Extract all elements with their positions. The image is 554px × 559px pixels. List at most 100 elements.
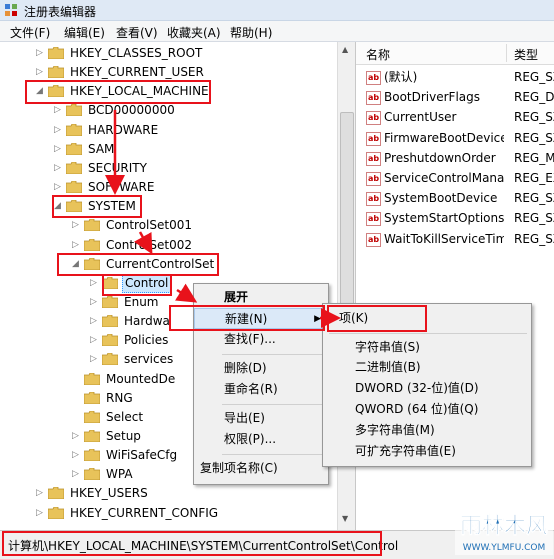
menu-view[interactable]: 查看(V) bbox=[116, 24, 158, 41]
value-row[interactable]: ab(默认) REG_SZ bbox=[356, 67, 554, 87]
submenu-item-binary[interactable]: 二进制值(B) bbox=[323, 357, 531, 378]
value-row[interactable]: abCurrentUser REG_SZ bbox=[356, 107, 554, 127]
expand-toggle-icon[interactable]: ◢ bbox=[36, 82, 46, 101]
folder-icon bbox=[102, 315, 118, 328]
menu-item-expand[interactable]: 展开 bbox=[194, 287, 328, 308]
title-bar: 注册表编辑器 bbox=[0, 0, 554, 21]
menu-item-delete[interactable]: 删除(D) bbox=[194, 358, 328, 379]
expand-toggle-icon[interactable]: ▷ bbox=[54, 101, 64, 120]
tree-node-label: SYSTEM bbox=[88, 199, 136, 214]
folder-icon bbox=[66, 123, 82, 136]
menu-item-copy-key-name[interactable]: 复制项名称(C) bbox=[194, 458, 328, 479]
value-name: SystemBootDevice bbox=[384, 191, 498, 206]
submenu-item-key[interactable]: 项(K) bbox=[323, 308, 531, 329]
tree-node-label: HKEY_CLASSES_ROOT bbox=[70, 46, 203, 60]
tree-node-label: MountedDe bbox=[106, 371, 176, 386]
value-row[interactable]: abFirmwareBootDevice REG_SZ bbox=[356, 128, 554, 148]
expand-toggle-icon[interactable]: ▷ bbox=[54, 121, 64, 140]
folder-icon bbox=[102, 295, 118, 308]
folder-icon bbox=[84, 257, 100, 270]
string-value-icon: ab bbox=[366, 232, 381, 247]
scroll-down-icon[interactable]: ▼ bbox=[342, 514, 348, 523]
tree-node-label: Policies bbox=[124, 333, 169, 348]
expand-toggle-icon[interactable]: ▷ bbox=[90, 274, 100, 293]
column-type-header[interactable]: 类型 bbox=[514, 46, 538, 63]
menu-item-export[interactable]: 导出(E) bbox=[194, 408, 328, 429]
value-row[interactable]: abWaitToKillServiceTim... REG_SZ bbox=[356, 229, 554, 249]
scroll-up-icon[interactable]: ▲ bbox=[342, 45, 348, 54]
value-row[interactable]: abServiceControlMana... REG_EX bbox=[356, 168, 554, 188]
folder-icon bbox=[48, 85, 64, 98]
folder-icon bbox=[84, 372, 100, 385]
value-row[interactable]: ab PreshutdownOrder REG_M bbox=[356, 148, 554, 168]
value-name: BootDriverFlags bbox=[384, 90, 481, 105]
column-name-header[interactable]: 名称 bbox=[366, 46, 390, 63]
tree-node-label: HKEY_LOCAL_MACHINE bbox=[70, 84, 209, 99]
expand-toggle-icon[interactable]: ▷ bbox=[72, 446, 82, 465]
expand-toggle-icon[interactable]: ▷ bbox=[90, 350, 100, 369]
folder-icon bbox=[102, 353, 118, 366]
expand-toggle-icon[interactable]: ▷ bbox=[72, 216, 82, 235]
menu-favorites[interactable]: 收藏夹(A) bbox=[167, 24, 221, 41]
status-path: 计算机\HKEY_LOCAL_MACHINE\SYSTEM\CurrentCon… bbox=[8, 539, 399, 553]
tree-node-label: RNG bbox=[106, 390, 133, 405]
tree-node-label: Hardwa bbox=[124, 314, 170, 329]
folder-icon bbox=[84, 449, 100, 462]
expand-toggle-icon[interactable]: ▷ bbox=[36, 63, 46, 82]
submenu-item-dword[interactable]: DWORD (32-位)值(D) bbox=[323, 378, 531, 399]
tree-node-label: SAM bbox=[88, 141, 115, 156]
expand-toggle-icon[interactable]: ▷ bbox=[54, 178, 64, 197]
submenu-item-string[interactable]: 字符串值(S) bbox=[323, 337, 531, 358]
value-type: REG_SZ bbox=[514, 231, 554, 246]
string-value-icon: ab bbox=[366, 91, 381, 106]
tree-node-label: CurrentControlSet bbox=[106, 256, 215, 271]
expand-toggle-icon[interactable]: ▷ bbox=[36, 504, 46, 523]
value-row[interactable]: abBootDriverFlags REG_DW bbox=[356, 87, 554, 107]
tree-node-label: HKEY_CURRENT_USER bbox=[70, 65, 204, 80]
tree-node-label: ControlSet002 bbox=[106, 237, 192, 252]
column-divider[interactable] bbox=[506, 44, 507, 62]
submenu-item-qword[interactable]: QWORD (64 位)值(Q) bbox=[323, 399, 531, 420]
submenu-item-multi-string[interactable]: 多字符串值(M) bbox=[323, 420, 531, 441]
tree-node-label: HKEY_CURRENT_CONFIG bbox=[70, 505, 219, 520]
expand-toggle-icon[interactable]: ▷ bbox=[54, 159, 64, 178]
expand-toggle-icon[interactable]: ▷ bbox=[36, 44, 46, 63]
expand-toggle-icon[interactable]: ▷ bbox=[72, 236, 82, 255]
expand-toggle-icon[interactable]: ▷ bbox=[54, 140, 64, 159]
tree-node-label: HARDWARE bbox=[88, 122, 159, 137]
expand-toggle-icon[interactable]: ▷ bbox=[90, 293, 100, 312]
tree-node-label: WiFiSafeCfg bbox=[106, 448, 178, 463]
menu-item-rename[interactable]: 重命名(R) bbox=[194, 379, 328, 400]
tree-node-label: Control bbox=[122, 273, 172, 293]
menu-item-new[interactable]: 新建(N) ▶ bbox=[194, 308, 328, 329]
string-value-icon: ab bbox=[366, 71, 381, 85]
value-name: FirmwareBootDevice bbox=[384, 130, 504, 145]
expand-toggle-icon[interactable]: ▷ bbox=[72, 427, 82, 446]
submenu-item-expandable-string[interactable]: 可扩充字符串值(E) bbox=[323, 441, 531, 462]
folder-icon bbox=[102, 334, 118, 347]
menu-edit[interactable]: 编辑(E) bbox=[64, 24, 105, 41]
folder-icon bbox=[84, 410, 100, 423]
folder-icon bbox=[48, 506, 64, 519]
regedit-app-icon bbox=[5, 4, 17, 16]
value-type: REG_SZ bbox=[514, 130, 554, 145]
expand-toggle-icon[interactable]: ◢ bbox=[54, 197, 64, 216]
svg-text:雨林木风: 雨林木风 bbox=[460, 514, 548, 539]
list-header: 名称 类型 bbox=[356, 42, 554, 65]
expand-toggle-icon[interactable]: ▷ bbox=[72, 465, 82, 484]
expand-toggle-icon[interactable]: ▷ bbox=[90, 331, 100, 350]
menu-separator bbox=[222, 404, 324, 405]
value-row[interactable]: abSystemBootDevice REG_SZ bbox=[356, 188, 554, 208]
expand-toggle-icon[interactable]: ◢ bbox=[72, 255, 82, 274]
menu-item-find[interactable]: 查找(F)... bbox=[194, 329, 328, 350]
expand-toggle-icon[interactable]: ▷ bbox=[90, 312, 100, 331]
expand-toggle-icon[interactable]: ▷ bbox=[36, 484, 46, 503]
value-type: REG_M bbox=[514, 150, 554, 165]
menu-help[interactable]: 帮助(H) bbox=[230, 24, 272, 41]
menu-item-permissions[interactable]: 权限(P)... bbox=[194, 429, 328, 450]
menu-separator bbox=[222, 454, 324, 455]
folder-icon bbox=[84, 238, 100, 251]
menu-file[interactable]: 文件(F) bbox=[10, 24, 50, 41]
value-row[interactable]: abSystemStartOptions REG_SZ bbox=[356, 208, 554, 228]
watermark-logo: 雨林木风 WWW.YLMFU.COM bbox=[455, 505, 553, 555]
